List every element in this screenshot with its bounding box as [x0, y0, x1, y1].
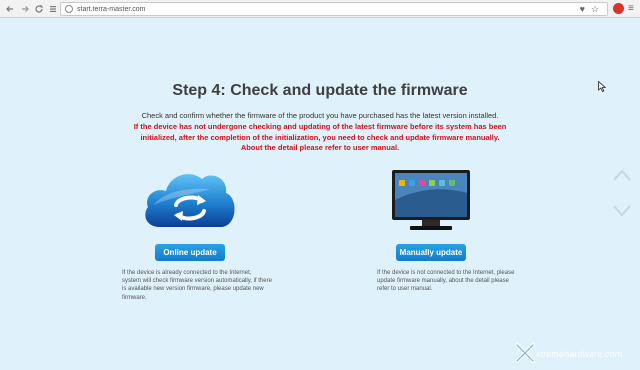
- x-logo-icon: [515, 343, 535, 363]
- warning-line: About the detail please refer to user ma…: [240, 143, 400, 152]
- warning-line: If the device has not undergone checking…: [133, 122, 507, 131]
- manual-update-note: If the device is not connected to the In…: [377, 270, 515, 293]
- cursor-icon: [598, 79, 607, 93]
- chevron-down-icon[interactable]: [612, 204, 632, 218]
- extension-icon[interactable]: [613, 3, 624, 14]
- menu-icon[interactable]: ≡: [628, 2, 634, 16]
- site-info-icon[interactable]: [65, 5, 73, 13]
- star-icon[interactable]: ☆: [591, 3, 599, 15]
- manual-update-button[interactable]: Manually update: [396, 244, 466, 261]
- forward-icon[interactable]: [18, 2, 32, 16]
- page-title: Step 4: Check and update the firmware: [172, 82, 468, 99]
- cloud-sync-icon: [140, 165, 240, 235]
- watermark: xtremehardware.com: [512, 338, 640, 370]
- online-update-button[interactable]: Online update: [155, 244, 225, 261]
- online-update-note: If the device is already connected to th…: [122, 270, 272, 301]
- description: Check and confirm whether the firmware o…: [141, 111, 499, 120]
- chevron-up-icon[interactable]: [612, 168, 632, 182]
- warning-line: initialized, after the completion of the…: [140, 132, 500, 142]
- monitor-icon: [390, 168, 472, 234]
- grid-icon[interactable]: [46, 2, 60, 16]
- address-bar[interactable]: start.terra-master.com ♥ ☆: [60, 2, 608, 16]
- back-icon[interactable]: [3, 2, 17, 16]
- reload-icon[interactable]: [32, 2, 46, 16]
- watermark-text: xtremehardware.com: [536, 349, 623, 359]
- heart-icon[interactable]: ♥: [580, 3, 585, 15]
- warning-text: If the device has not undergone checking…: [110, 122, 530, 154]
- url-text[interactable]: start.terra-master.com: [77, 4, 145, 15]
- browser-toolbar: start.terra-master.com ♥ ☆ ≡: [0, 0, 640, 18]
